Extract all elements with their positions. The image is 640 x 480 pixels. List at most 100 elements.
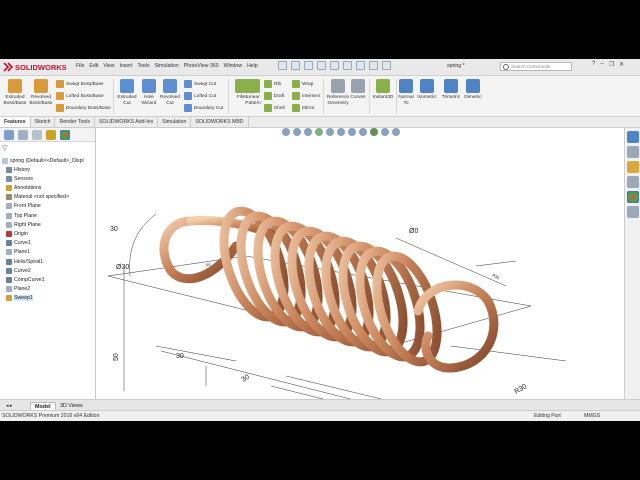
configuration-manager-icon[interactable]	[32, 130, 42, 140]
menu-window[interactable]: Window	[224, 63, 242, 69]
menu-view[interactable]: View	[103, 63, 114, 69]
tree-item[interactable]: Origin	[6, 229, 28, 238]
scroll-arrows-icon[interactable]: ◂ ▸	[2, 402, 16, 410]
help-icon[interactable]: ?	[592, 61, 595, 68]
print-icon[interactable]	[317, 61, 326, 70]
design-library-icon[interactable]	[627, 161, 639, 173]
tree-item[interactable]: Top Plane	[6, 211, 37, 220]
tab-simulation[interactable]: Simulation	[158, 117, 192, 127]
isometric-button[interactable]: Isometric	[414, 79, 440, 101]
dimension-label[interactable]: R30	[514, 383, 529, 396]
edit-appearance-icon[interactable]	[370, 128, 378, 136]
feature-tree-icon[interactable]	[4, 130, 14, 140]
graphics-area[interactable]: 30 Ø30 Ø2 Ø0 50 30 30 97 217 30 R30 R30	[96, 128, 624, 399]
tree-item[interactable]: Curve2	[6, 266, 31, 275]
view-orientation-icon[interactable]	[337, 128, 345, 136]
restore-icon[interactable]: ❐	[609, 61, 614, 68]
tree-item[interactable]: Plane2	[6, 285, 30, 294]
menu-photoview[interactable]: PhotoView 360	[184, 63, 219, 69]
curves-button[interactable]: Curves	[348, 79, 368, 101]
search-commands-input[interactable]: Search Commands	[500, 62, 572, 71]
tree-item[interactable]: Front Plane	[6, 202, 41, 211]
dimension-label[interactable]: 30	[241, 374, 251, 384]
dimetric-button[interactable]: Dimetric	[460, 79, 486, 101]
tree-root-spring[interactable]: spring (Default<<Default>_Displ	[2, 156, 84, 165]
normal-to-button[interactable]: Normal To	[396, 79, 416, 106]
boundary-boss-button[interactable]: Boundary Boss/Base	[56, 103, 111, 113]
tree-item[interactable]: Sensors	[6, 174, 33, 183]
tree-item[interactable]: History	[6, 165, 30, 174]
tree-item[interactable]: Helix/Spiral1	[6, 257, 43, 266]
menu-tools[interactable]: Tools	[137, 63, 149, 69]
menu-help[interactable]: Help	[247, 63, 258, 69]
undo-icon[interactable]	[330, 61, 339, 70]
dimension-label[interactable]: 30	[176, 353, 184, 360]
zoom-to-area-icon[interactable]	[293, 128, 301, 136]
tree-item[interactable]: Annotations	[6, 183, 41, 192]
mirror-button[interactable]: Mirror	[292, 103, 315, 113]
solidworks-logo[interactable]: SOLIDWORKS	[3, 61, 67, 73]
extruded-boss-button[interactable]: Extruded Boss/Base	[2, 79, 28, 106]
tab-sketch[interactable]: Sketch	[31, 117, 56, 127]
file-explorer-icon[interactable]	[627, 176, 639, 188]
save-icon[interactable]	[304, 61, 313, 70]
tab-mbd[interactable]: SOLIDWORKS MBD	[191, 117, 249, 127]
linear-pattern-button[interactable]: Linear Pattern	[242, 79, 264, 106]
wrap-button[interactable]: Wrap	[292, 79, 313, 89]
home-icon[interactable]	[627, 131, 639, 143]
tab-addins[interactable]: SOLIDWORKS Add-Ins	[95, 117, 159, 127]
status-units[interactable]: MMGS	[584, 413, 600, 419]
tab-features[interactable]: Features	[0, 117, 31, 127]
apply-scene-icon[interactable]	[381, 128, 389, 136]
menu-edit[interactable]: Edit	[89, 63, 98, 69]
rib-button[interactable]: Rib	[264, 79, 281, 89]
view-settings-icon[interactable]	[392, 128, 400, 136]
filter-icon[interactable]: ▽	[2, 144, 7, 152]
dynamic-annotation-icon[interactable]	[326, 128, 334, 136]
instant3d-button[interactable]: Instant3D	[370, 79, 396, 101]
open-icon[interactable]	[291, 61, 300, 70]
tab-3d-views[interactable]: 3D Views	[56, 402, 87, 410]
dimension-label[interactable]: Ø0	[409, 228, 418, 235]
close-icon[interactable]: ✕	[619, 61, 624, 68]
dimxpert-icon[interactable]	[46, 130, 56, 140]
tree-item[interactable]: Material <not specified>	[6, 193, 69, 202]
menu-insert[interactable]: Insert	[119, 63, 132, 69]
dimension-label[interactable]: Ø2	[206, 263, 211, 267]
menu-simulation[interactable]: Simulation	[155, 63, 179, 69]
file-properties-icon[interactable]	[369, 61, 378, 70]
menu-file[interactable]: File	[76, 63, 84, 69]
section-view-icon[interactable]	[315, 128, 323, 136]
tree-item[interactable]: Right Plane	[6, 220, 41, 229]
revolved-boss-button[interactable]: Revolved Boss/Base	[28, 79, 54, 106]
tree-item[interactable]: Sweep1	[6, 294, 33, 303]
dimension-label[interactable]: 30	[110, 226, 118, 233]
tab-render-tools[interactable]: Render Tools	[55, 117, 95, 127]
tree-item[interactable]: Curve1	[6, 239, 31, 248]
new-icon[interactable]	[278, 61, 287, 70]
swept-boss-button[interactable]: Swept Boss/Base	[56, 79, 104, 89]
minimize-icon[interactable]: –	[600, 61, 603, 68]
swept-cut-button[interactable]: Swept Cut	[184, 79, 216, 89]
rebuild-icon[interactable]	[356, 61, 365, 70]
hide-show-items-icon[interactable]	[359, 128, 367, 136]
tree-item[interactable]: CompCurve1	[6, 275, 45, 284]
dimension-label[interactable]: Ø30	[116, 264, 129, 271]
display-manager-icon[interactable]	[60, 130, 70, 140]
tree-item[interactable]: Plane1	[6, 248, 30, 257]
select-icon[interactable]	[343, 61, 352, 70]
lofted-boss-button[interactable]: Lofted Boss/Base	[56, 91, 104, 101]
display-style-icon[interactable]	[348, 128, 356, 136]
dimension-label[interactable]: R30	[492, 273, 502, 281]
appearances-icon[interactable]	[627, 191, 639, 203]
previous-view-icon[interactable]	[304, 128, 312, 136]
custom-properties-icon[interactable]	[627, 206, 639, 218]
boundary-cut-button[interactable]: Boundary Cut	[184, 103, 223, 113]
resources-icon[interactable]	[627, 146, 639, 158]
intersect-button[interactable]: Intersect	[292, 91, 320, 101]
revolved-cut-button[interactable]: Revolved Cut	[157, 79, 183, 106]
dimension-label[interactable]: 50	[113, 353, 120, 361]
draft-button[interactable]: Draft	[264, 91, 284, 101]
options-gear-icon[interactable]	[382, 61, 391, 70]
shell-button[interactable]: Shell	[264, 103, 285, 113]
